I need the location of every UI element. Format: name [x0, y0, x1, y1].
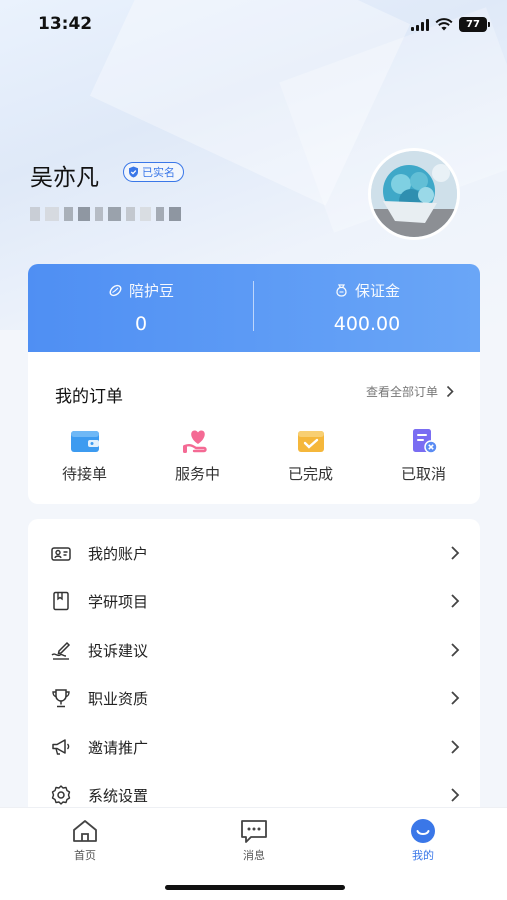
companion-beans-value: 0	[134, 313, 148, 335]
tab-home[interactable]: 首页	[45, 818, 125, 863]
chevron-right-icon	[451, 788, 460, 802]
tab-label: 首页	[74, 849, 96, 862]
wifi-icon	[435, 18, 453, 31]
masked-phone-number	[30, 207, 181, 221]
tab-label: 消息	[243, 849, 265, 862]
menu-item-label: 学研项目	[88, 593, 149, 611]
money-bag-icon	[336, 284, 347, 297]
view-all-orders-label: 查看全部订单	[365, 385, 438, 399]
menu-item-label: 职业资质	[88, 690, 149, 708]
deposit[interactable]: 保证金 400.00	[254, 280, 480, 335]
orders-title: 我的订单	[55, 387, 123, 407]
tab-messages[interactable]: 消息	[214, 818, 294, 863]
menu-item-label: 系统设置	[88, 787, 149, 805]
chevron-right-icon	[451, 643, 460, 657]
user-name: 吴亦凡	[30, 165, 99, 191]
order-status-completed[interactable]: 已完成	[254, 427, 367, 484]
cellular-signal-icon	[411, 18, 429, 31]
message-icon	[241, 820, 267, 843]
gear-icon	[51, 785, 71, 805]
trophy-icon	[52, 689, 70, 708]
chevron-right-icon	[446, 385, 454, 398]
deposit-label: 保证金	[354, 282, 400, 300]
deposit-label-row: 保证金	[254, 280, 480, 301]
order-status-list: 待接单 服务中 已完成 已取消	[28, 427, 480, 484]
battery-icon: 77	[459, 17, 490, 32]
bean-icon	[109, 284, 122, 297]
menu-item-invite-promote[interactable]: 邀请推广	[28, 723, 480, 771]
menu-item-label: 邀请推广	[88, 739, 149, 757]
box-check-icon	[297, 431, 324, 452]
verified-badge: 已实名	[123, 162, 184, 182]
verified-label: 已实名	[142, 166, 175, 179]
avatar[interactable]	[371, 151, 457, 237]
menu-item-qualifications[interactable]: 职业资质	[28, 674, 480, 722]
order-status-label: 服务中	[174, 465, 220, 483]
order-status-label: 待接单	[61, 465, 107, 483]
order-status-pending[interactable]: 待接单	[28, 427, 141, 484]
doc-cancel-icon	[412, 429, 438, 454]
order-status-label: 已取消	[400, 465, 446, 483]
account-icon	[51, 547, 71, 561]
menu-item-label: 投诉建议	[88, 642, 149, 660]
chevron-right-icon	[451, 594, 460, 608]
order-status-in-service[interactable]: 服务中	[141, 427, 254, 484]
view-all-orders-link[interactable]: 查看全部订单	[366, 383, 454, 400]
heart-hand-icon	[182, 430, 207, 453]
companion-beans-label-row: 陪护豆	[28, 280, 254, 301]
avatar-image	[371, 151, 457, 237]
menu-item-complaints[interactable]: 投诉建议	[28, 626, 480, 674]
wallet-icon	[70, 431, 99, 452]
chevron-right-icon	[451, 546, 460, 560]
companion-beans-label: 陪护豆	[128, 282, 174, 300]
home-indicator	[165, 885, 345, 890]
chevron-right-icon	[451, 691, 460, 705]
status-bar: 13:42 77	[0, 0, 507, 52]
menu-item-research-projects[interactable]: 学研项目	[28, 577, 480, 625]
status-icons: 77	[411, 17, 490, 32]
order-status-cancelled[interactable]: 已取消	[367, 427, 480, 484]
chevron-right-icon	[451, 740, 460, 754]
menu-item-my-account[interactable]: 我的账户	[28, 529, 480, 577]
megaphone-icon	[52, 739, 70, 755]
home-icon	[73, 820, 97, 842]
pen-icon	[51, 641, 71, 660]
deposit-value: 400.00	[333, 313, 401, 335]
tab-label: 我的	[412, 849, 434, 862]
order-status-label: 已完成	[287, 465, 333, 483]
orders-card: 我的订单 查看全部订单 待接单 服务中 已完成 已取消	[28, 352, 480, 504]
profile-icon	[411, 819, 435, 843]
settings-menu: 我的账户 学研项目 投诉建议 职业资质 邀请推广 系统设置	[28, 519, 480, 819]
tab-mine[interactable]: 我的	[383, 818, 463, 863]
bookmark-icon	[53, 591, 69, 611]
companion-beans[interactable]: 陪护豆 0	[28, 280, 254, 335]
status-time: 13:42	[38, 14, 93, 34]
wallet-card: 陪护豆 0 保证金 400.00	[28, 264, 480, 353]
menu-item-label: 我的账户	[88, 545, 149, 563]
shield-check-icon	[129, 166, 138, 178]
